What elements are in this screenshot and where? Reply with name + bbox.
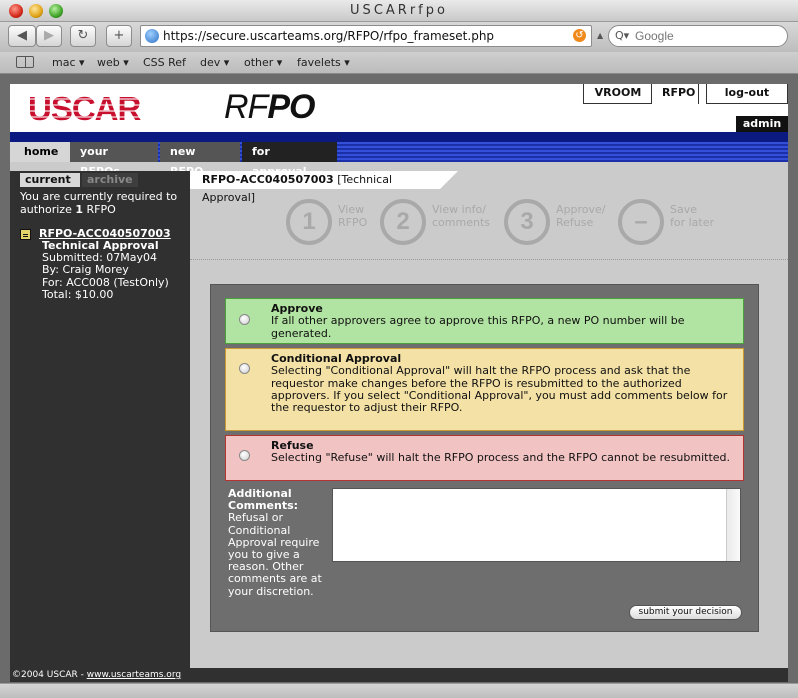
rfpo-logo-po: PO <box>267 88 315 126</box>
rfpo-details: Technical Approval Submitted: 07May04 By… <box>42 239 169 301</box>
option-approve[interactable]: Approve If all other approvers agree to … <box>225 298 744 344</box>
document-icon <box>20 229 31 240</box>
footer-copyright: ©2004 USCAR - <box>12 670 87 680</box>
uscar-logo: USCAR <box>28 92 141 125</box>
forward-button[interactable]: ▶ <box>36 25 62 47</box>
address-bar[interactable]: https://secure.uscarteams.org/RFPO/rfpo_… <box>140 25 592 47</box>
step-1-line1: View <box>338 203 365 216</box>
comments-label: Additional Comments: Refusal or Conditio… <box>228 487 328 598</box>
context-rfpo-id: RFPO-ACC040507003 <box>202 173 334 186</box>
step-3-line1: Approve/ <box>556 203 606 216</box>
nav-your-rfpos[interactable]: your RFPOs <box>70 142 158 178</box>
sidebar: current archive You are currently requir… <box>10 171 190 668</box>
window-title: USCARrfpo <box>350 3 448 18</box>
address-url[interactable]: https://secure.uscarteams.org/RFPO/rfpo_… <box>163 29 494 43</box>
decision-form: Approve If all other approvers agree to … <box>210 284 759 632</box>
page: USCAR RFPO VROOM RFPO log-out admin home… <box>10 84 788 682</box>
search-icon: Q▾ <box>615 29 630 42</box>
globe-icon <box>145 29 159 43</box>
main-content: RFPO-ACC040507003 [Technical Approval] 1… <box>190 171 788 668</box>
refuse-text: Selecting "Refuse" will halt the RFPO pr… <box>271 451 731 465</box>
browser-toolbar: ◀ ▶ ↻ + https://secure.uscarteams.org/RF… <box>0 22 798 52</box>
option-refuse[interactable]: Refuse Selecting "Refuse" will halt the … <box>225 435 744 481</box>
step-save-icon: – <box>618 199 664 245</box>
step-1-icon: 1 <box>286 199 332 245</box>
bookmark-css-ref[interactable]: CSS Ref <box>143 56 186 69</box>
approve-text: If all other approvers agree to approve … <box>271 314 685 340</box>
window-titlebar: USCARrfpo <box>0 0 798 22</box>
user-badge: admin <box>736 116 788 132</box>
approve-radio[interactable] <box>239 314 250 325</box>
forward-arrow-icon: ▶ <box>44 28 54 43</box>
uscar-logo-text: USCAR <box>28 90 141 127</box>
submit-decision-button[interactable]: submit your decision <box>629 605 742 620</box>
bookmark-web[interactable]: web ▾ <box>97 56 129 69</box>
nav-for-approval[interactable]: for approval <box>242 142 337 178</box>
nav-new-rfpo[interactable]: new RFPO <box>160 142 240 178</box>
rfpo-total: Total: $10.00 <box>42 287 114 301</box>
search-box[interactable]: Q▾ <box>608 25 788 47</box>
bookmarks-book-icon[interactable] <box>16 56 34 68</box>
step-1-label: View RFPO <box>338 203 367 229</box>
back-button[interactable]: ◀ <box>8 25 36 47</box>
comments-help: Refusal or Conditional Approval require … <box>228 511 322 598</box>
bookmark-favelets[interactable]: favelets ▾ <box>297 56 350 69</box>
workflow-steps: 1 View RFPO 2 View info/comments 3 Approv… <box>190 199 788 259</box>
dotted-divider <box>190 259 788 260</box>
bookmarks-bar: mac ▾ web ▾ CSS Ref dev ▾ other ▾ favele… <box>0 52 798 74</box>
step-3-line2: Refuse <box>556 216 594 229</box>
sidebar-note-count: 1 <box>75 203 83 216</box>
step-save-line2: for later <box>670 216 715 229</box>
rfpo-by: By: Craig Morey <box>42 263 129 277</box>
step-2-icon: 2 <box>380 199 426 245</box>
step-save-line1: Save <box>670 203 698 216</box>
comments-field[interactable] <box>332 488 741 562</box>
add-bookmark-button[interactable]: + <box>106 25 132 47</box>
snapback-icon[interactable]: ↺ <box>573 29 586 42</box>
site-header: USCAR RFPO VROOM RFPO log-out admin <box>10 84 788 132</box>
step-2-line1: View info/ <box>432 203 486 216</box>
status-bar <box>0 683 798 698</box>
bookmark-dev[interactable]: dev ▾ <box>200 56 229 69</box>
sidebar-tab-archive[interactable]: archive <box>82 173 138 187</box>
tab-rfpo[interactable]: RFPO <box>651 84 699 104</box>
comments-input[interactable] <box>333 489 725 561</box>
sidebar-note-line1: You are currently required to <box>20 190 178 203</box>
tab-logout[interactable]: log-out <box>706 84 788 104</box>
comments-title: Additional Comments: <box>228 487 299 513</box>
tab-vroom[interactable]: VROOM <box>583 84 653 104</box>
step-3-icon: 3 <box>504 199 550 245</box>
rfpo-logo-rf: RF <box>224 88 268 126</box>
option-conditional[interactable]: Conditional Approval Selecting "Conditio… <box>225 348 744 431</box>
search-input[interactable] <box>635 28 783 44</box>
footer: ©2004 USCAR - www.uscarteams.org <box>10 668 788 682</box>
conditional-radio[interactable] <box>239 363 250 374</box>
main-nav: home your RFPOs new RFPO for approval <box>10 142 788 178</box>
footer-link[interactable]: www.uscarteams.org <box>87 670 181 680</box>
step-save-label: Save for later <box>670 203 714 229</box>
sidebar-note-suffix: RFPO <box>83 203 116 216</box>
comments-scrollbar[interactable] <box>726 489 740 561</box>
sidebar-note-prefix: authorize <box>20 203 76 216</box>
refuse-radio[interactable] <box>239 450 250 461</box>
step-2-line2: comments <box>432 216 490 229</box>
reload-icon: ↻ <box>77 28 89 43</box>
context-tab-corner <box>440 171 458 189</box>
nav-home[interactable]: home <box>10 142 73 162</box>
plus-icon: + <box>113 28 125 43</box>
rfpo-logo: RFPO <box>224 88 315 127</box>
back-arrow-icon: ◀ <box>17 28 27 43</box>
address-dropdown-icon[interactable]: ▲ <box>597 31 603 40</box>
context-tab: RFPO-ACC040507003 [Technical Approval] <box>190 171 440 204</box>
conditional-text: Selecting "Conditional Approval" will ha… <box>271 364 728 415</box>
sidebar-note: You are currently required to authorize … <box>20 190 185 216</box>
step-2-label: View info/comments <box>432 203 490 229</box>
rfpo-for: For: ACC008 (TestOnly) <box>42 275 169 289</box>
step-3-label: Approve/Refuse <box>556 203 605 229</box>
sidebar-tab-current[interactable]: current <box>20 173 80 187</box>
bookmark-mac[interactable]: mac ▾ <box>52 56 85 69</box>
bookmark-other[interactable]: other ▾ <box>244 56 282 69</box>
reload-button[interactable]: ↻ <box>70 25 96 47</box>
step-1-line2: RFPO <box>338 216 368 229</box>
